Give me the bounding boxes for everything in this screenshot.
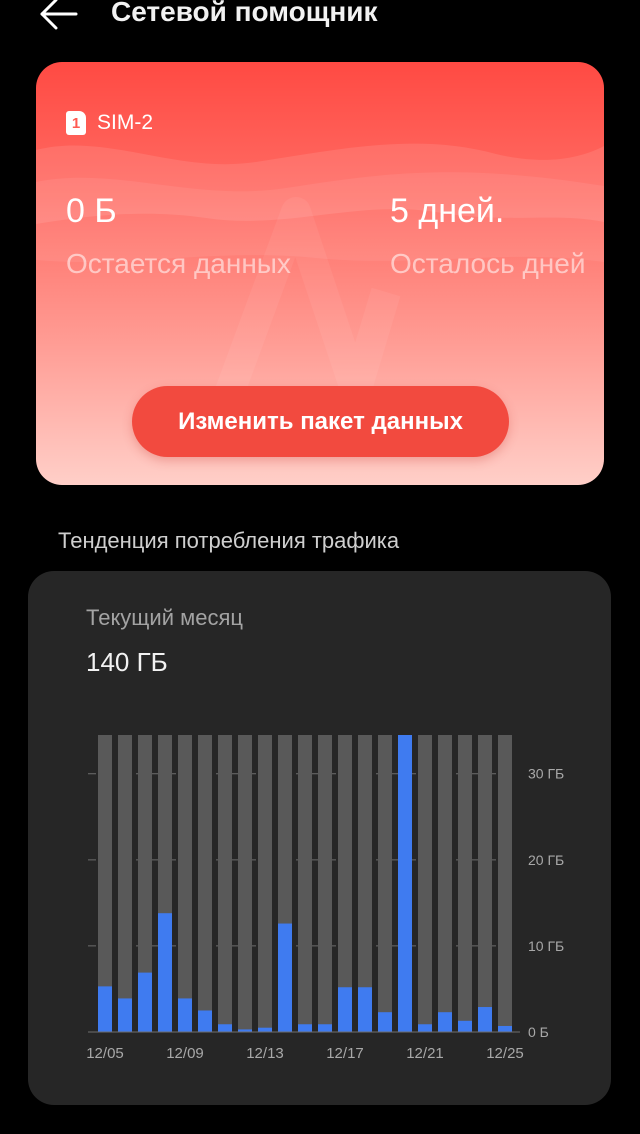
bar-track xyxy=(198,735,212,1032)
bar xyxy=(138,972,152,1032)
bar xyxy=(438,1012,452,1032)
bar xyxy=(418,1024,432,1032)
remaining-data-value: 0 Б xyxy=(66,192,117,230)
x-tick-label: 12/17 xyxy=(326,1045,364,1062)
traffic-bar-chart: 0 Б 10 ГБ 20 ГБ 30 ГБ 12/05 12/09 12/13 12/17 12… xyxy=(86,735,564,1062)
bar xyxy=(98,986,112,1032)
remaining-data-caption: Остается данных xyxy=(66,248,291,279)
back-button[interactable] xyxy=(36,0,86,34)
remaining-days-caption: Осталось дней xyxy=(390,248,586,279)
bar-track xyxy=(498,735,512,1032)
change-data-plan-button[interactable]: Изменить пакет данных xyxy=(132,386,509,457)
bar xyxy=(278,923,292,1032)
bar xyxy=(478,1007,492,1032)
traffic-trend-title: Тенденция потребления трафика xyxy=(58,528,400,553)
bar-track xyxy=(218,735,232,1032)
bar xyxy=(198,1010,212,1032)
sim-card-icon: 1 xyxy=(66,111,86,135)
bar-track xyxy=(298,735,312,1032)
bar xyxy=(398,735,412,1032)
bar xyxy=(458,1020,472,1032)
bar xyxy=(318,1024,332,1032)
sim-indicator: 1 SIM-2 xyxy=(66,110,153,136)
arrow-left-icon xyxy=(40,0,78,30)
bar xyxy=(498,1025,512,1032)
bar-track xyxy=(418,735,432,1032)
y-tick-label: 20 ГБ xyxy=(528,852,564,868)
bar-track xyxy=(238,735,252,1032)
bar-track xyxy=(478,735,492,1032)
bar-track xyxy=(318,735,332,1032)
bar-track xyxy=(378,735,392,1032)
bar xyxy=(258,1027,272,1032)
traffic-chart-card: Текущий месяц 140 ГБ 0 Б 10 ГБ 20 ГБ 30 ГБ 1… xyxy=(28,571,611,1105)
y-tick-label: 0 Б xyxy=(528,1024,549,1040)
x-tick-label: 12/21 xyxy=(406,1045,444,1062)
remaining-days-value: 5 дней. xyxy=(390,192,505,230)
sim-label: SIM-2 xyxy=(97,111,154,134)
header-bar: Сетевой помощник xyxy=(0,0,640,36)
bar-track xyxy=(118,735,132,1032)
bar xyxy=(158,913,172,1032)
bar xyxy=(218,1024,232,1032)
page-title: Сетевой помощник xyxy=(111,0,378,27)
bar xyxy=(178,998,192,1032)
bar xyxy=(338,987,352,1032)
bar-track xyxy=(458,735,472,1032)
bar xyxy=(358,987,372,1032)
y-tick-label: 30 ГБ xyxy=(528,766,564,782)
x-tick-label: 12/13 xyxy=(246,1045,284,1062)
bar xyxy=(298,1024,312,1032)
bar-track xyxy=(438,735,452,1032)
bar xyxy=(378,1012,392,1032)
x-tick-label: 12/09 xyxy=(166,1045,204,1062)
sim-data-card: 1 SIM-2 0 Б Остается данных 5 дней. Оста… xyxy=(36,62,604,485)
y-tick-label: 10 ГБ xyxy=(528,938,564,954)
bar-track xyxy=(178,735,192,1032)
bar-track xyxy=(258,735,272,1032)
bar xyxy=(118,998,132,1032)
x-tick-label: 12/05 xyxy=(86,1045,124,1062)
x-tick-label: 12/25 xyxy=(486,1045,524,1062)
